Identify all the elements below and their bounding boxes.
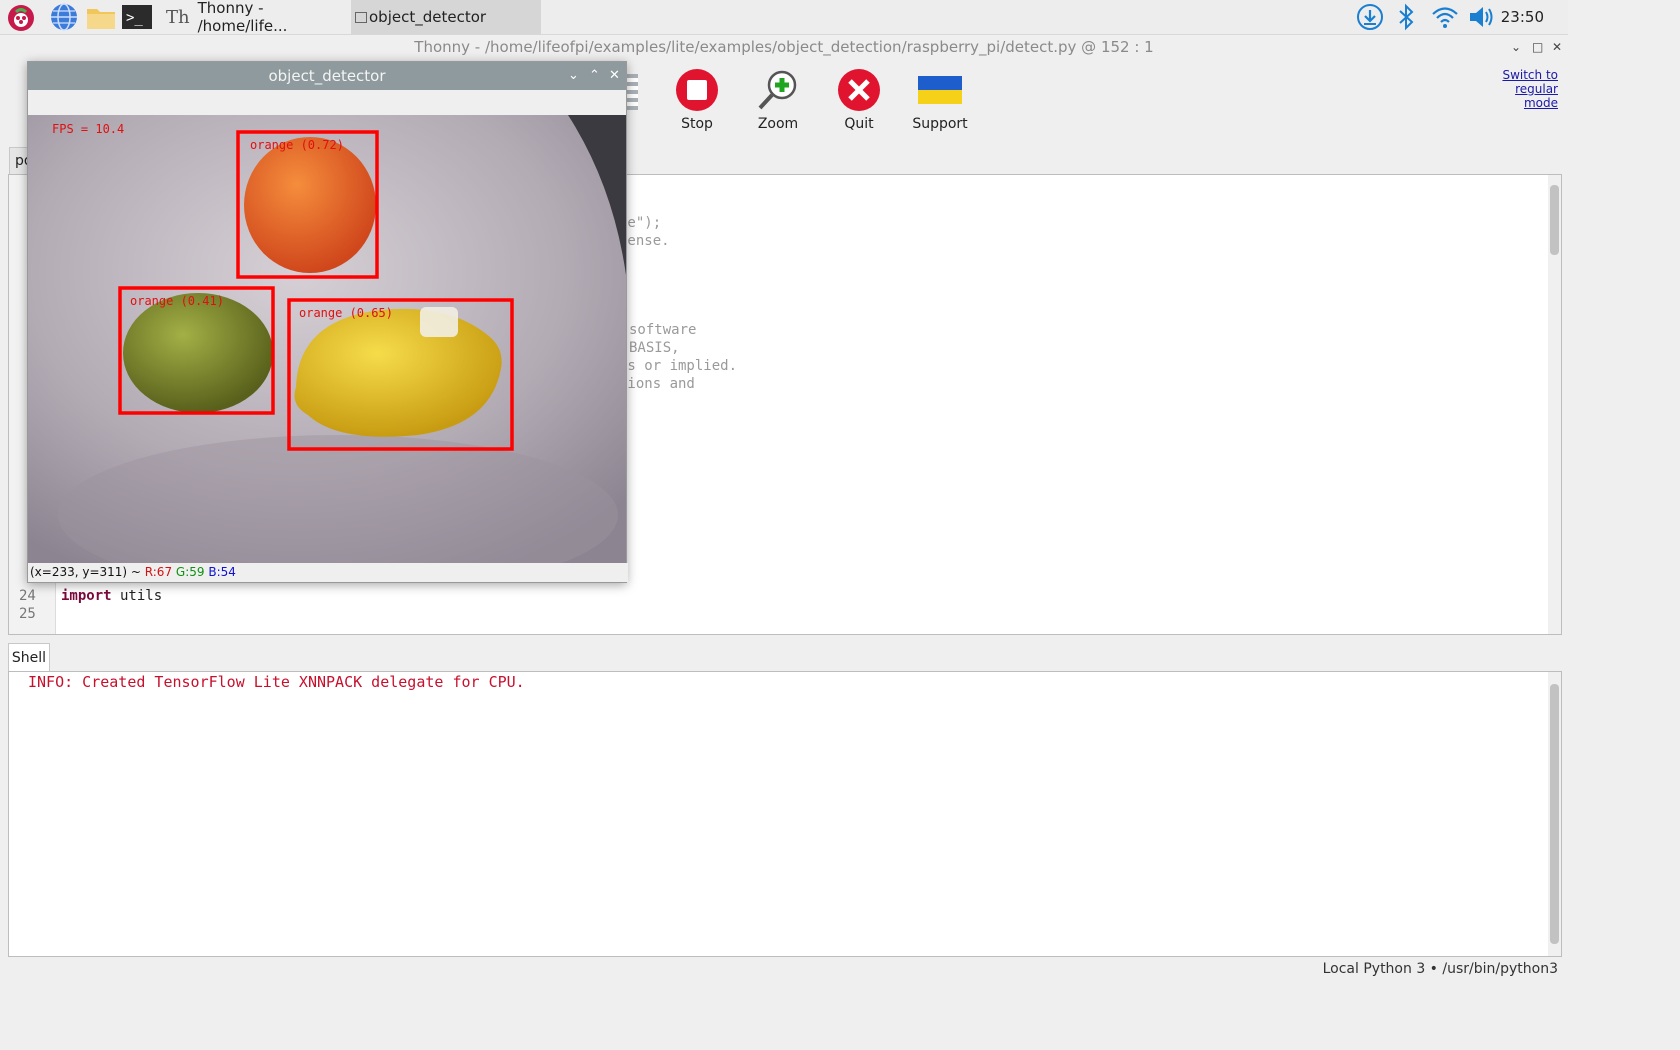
code-fragment: ss or implied. — [619, 358, 738, 374]
globe-icon[interactable] — [50, 3, 78, 31]
quit-label: Quit — [844, 116, 874, 132]
tab-shell[interactable]: Shell — [8, 643, 50, 672]
quit-icon — [838, 69, 880, 111]
shell-scrollbar[interactable] — [1548, 672, 1561, 956]
od-close-icon[interactable]: ✕ — [609, 62, 620, 90]
window-icon — [355, 11, 367, 23]
fps-label: FPS = 10.4 — [52, 122, 124, 136]
clock[interactable]: 23:50 — [1501, 0, 1544, 34]
svg-text:>_: >_ — [126, 10, 143, 26]
camera-frame[interactable]: FPS = 10.4 orange (0.72) orange (0.41) o… — [28, 115, 626, 563]
maximize-icon[interactable]: □ — [1532, 35, 1543, 59]
object-detector-window[interactable]: object_detector ⌄ ⌃ ✕ FPS = 10.4 orange … — [27, 61, 628, 583]
code-fragment: sions and — [619, 376, 695, 392]
folder-icon[interactable] — [86, 3, 115, 31]
pixel-readout: (x=233, y=311) ~ R:67 G:59 B:54 — [28, 563, 628, 582]
thonny-icon: Th — [166, 6, 190, 28]
minimize-icon[interactable]: ⌄ — [1511, 35, 1521, 59]
thonny-window-title: Thonny - /home/lifeofpi/examples/lite/ex… — [0, 35, 1568, 59]
task-object-detector-label: object_detector — [369, 8, 487, 26]
bluetooth-icon[interactable] — [1394, 3, 1422, 31]
download-icon[interactable] — [1356, 3, 1384, 31]
editor-scrollbar[interactable] — [1548, 175, 1561, 634]
line-number: 24 — [19, 588, 36, 604]
switch-to-regular-mode-link[interactable]: Switch to regular mode — [1502, 68, 1558, 110]
detection-label: orange (0.41) — [130, 294, 224, 308]
code-fragment: software — [629, 322, 697, 338]
pixel-green: G:59 — [175, 565, 205, 579]
task-thonny-label: Thonny - /home/life... — [197, 0, 288, 35]
editor-scroll-thumb[interactable] — [1550, 185, 1559, 255]
lime-fruit — [123, 293, 273, 413]
code-text: utils — [111, 588, 163, 604]
orange-fruit — [244, 137, 376, 273]
ukraine-flag-icon — [918, 76, 962, 104]
code-line-24: import utils — [61, 588, 162, 604]
shell-scroll-thumb[interactable] — [1550, 684, 1559, 944]
switch-mode-line-1: Switch to — [1502, 68, 1558, 82]
zoom-button[interactable]: Zoom — [746, 68, 810, 132]
task-thonny[interactable]: Th Thonny - /home/life... — [166, 0, 348, 35]
camera-image: FPS = 10.4 orange (0.72) orange (0.41) o… — [28, 115, 626, 563]
stop-button[interactable]: Stop — [665, 68, 729, 132]
pixel-coords: (x=233, y=311) ~ — [30, 565, 145, 579]
task-object-detector[interactable]: object_detector — [351, 0, 541, 34]
shell-output: INFO: Created TensorFlow Lite XNNPACK de… — [28, 673, 525, 691]
switch-mode-line-3: mode — [1523, 96, 1558, 110]
terminal-icon[interactable]: >_ — [122, 3, 152, 31]
volume-icon[interactable] — [1468, 3, 1496, 31]
zoom-icon — [758, 70, 797, 110]
od-maximize-icon[interactable]: ⌃ — [589, 62, 600, 90]
switch-mode-line-2: regular — [1515, 82, 1558, 96]
od-toolbar-strip — [28, 90, 626, 115]
object-detector-title: object_detector — [28, 62, 626, 90]
support-button[interactable]: Support — [908, 68, 972, 132]
pixel-red: R:67 — [144, 565, 173, 579]
taskbar: >_ Th Thonny - /home/life... object_dete… — [0, 0, 1568, 35]
code-fragment: BASIS, — [629, 340, 680, 356]
detection-label: orange (0.72) — [250, 138, 344, 152]
stop-icon — [676, 69, 718, 111]
support-label: Support — [912, 116, 968, 132]
quit-button[interactable]: Quit — [827, 68, 891, 132]
stop-label: Stop — [681, 116, 713, 132]
close-icon[interactable]: ✕ — [1552, 35, 1562, 59]
shell-console[interactable]: INFO: Created TensorFlow Lite XNNPACK de… — [8, 671, 1562, 957]
wifi-icon[interactable] — [1430, 3, 1458, 31]
zoom-label: Zoom — [757, 116, 799, 132]
detection-label: orange (0.65) — [299, 306, 393, 320]
raspberry-icon[interactable] — [6, 3, 34, 31]
line-number: 25 — [19, 606, 36, 622]
keyword: import — [61, 588, 112, 604]
od-minimize-icon[interactable]: ⌄ — [568, 62, 579, 90]
pixel-blue: B:54 — [208, 565, 236, 579]
interpreter-status[interactable]: Local Python 3 • /usr/bin/python3 — [1323, 958, 1558, 980]
